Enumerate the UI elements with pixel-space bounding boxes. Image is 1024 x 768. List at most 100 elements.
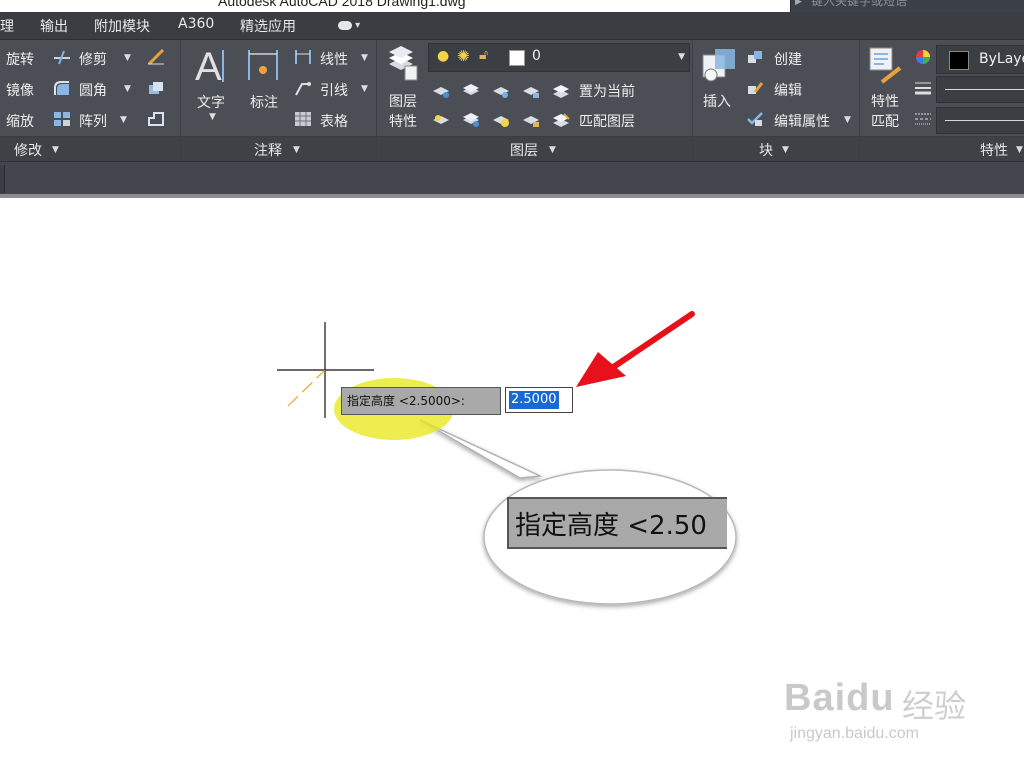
- layer-color-swatch[interactable]: [509, 50, 525, 66]
- search-hint: 键入关键字或短语: [811, 0, 908, 8]
- baidu-watermark: Baidu 经验 jingyan.baidu.com: [784, 655, 974, 755]
- layer-properties-label-1[interactable]: 图层: [389, 91, 417, 111]
- lightbulb-icon[interactable]: ●: [437, 48, 449, 64]
- tab-manage[interactable]: 理: [0, 16, 14, 36]
- stretch-icon[interactable]: [147, 111, 165, 127]
- match-properties-label-2[interactable]: 匹配: [871, 111, 899, 131]
- watermark-url: jingyan.baidu.com: [790, 725, 919, 742]
- linetype-icon[interactable]: [914, 111, 932, 127]
- panel-properties-label: 特性: [980, 143, 1008, 159]
- watermark-jingyan: 经验: [902, 687, 967, 725]
- panel-block: 插入 创建 编辑 编辑属性 ▼ 块 ▼: [693, 40, 860, 161]
- layer-on-icon[interactable]: [432, 112, 450, 128]
- linear-dimension-icon: [295, 50, 311, 64]
- tab-a360[interactable]: A360: [178, 16, 214, 32]
- dimension-tool[interactable]: [245, 46, 281, 90]
- layer-thaw-icon[interactable]: [492, 112, 510, 128]
- insert-block-label[interactable]: 插入: [703, 91, 731, 111]
- text-label[interactable]: 文字: [197, 92, 225, 112]
- make-current-icon[interactable]: [552, 83, 570, 99]
- leader-dropdown-icon[interactable]: ▼: [361, 84, 368, 94]
- baidu-logo: Baidu: [784, 677, 895, 719]
- erase-icon[interactable]: [147, 49, 165, 65]
- height-input-value[interactable]: 2.5000: [509, 391, 559, 409]
- trim-button[interactable]: 修剪: [79, 49, 107, 69]
- panel-modify-dropdown-icon[interactable]: ▼: [52, 145, 59, 155]
- lineweight-icon[interactable]: [914, 80, 932, 96]
- create-block-button[interactable]: 创建: [774, 49, 802, 69]
- panel-modify: 旋转 镜像 缩放 修剪 ▼ 圆角 ▼ 阵列 ▼ 修改 ▼: [0, 40, 181, 161]
- make-current-button[interactable]: 置为当前: [579, 81, 635, 101]
- panel-block-dropdown-icon[interactable]: ▼: [782, 145, 789, 155]
- layer-lock-icon[interactable]: [522, 83, 540, 99]
- tab-addins[interactable]: 附加模块: [94, 16, 150, 36]
- layer-off-icon[interactable]: [432, 83, 450, 99]
- dimension-label[interactable]: 标注: [250, 92, 278, 112]
- layer-freeze-icon[interactable]: [492, 83, 510, 99]
- mirror-button[interactable]: 镜像: [6, 80, 34, 100]
- fillet-dropdown-icon[interactable]: ▼: [124, 84, 131, 94]
- panel-block-label: 块: [759, 143, 773, 159]
- tab-output[interactable]: 输出: [40, 16, 68, 36]
- panel-modify-title[interactable]: 修改 ▼: [0, 136, 180, 161]
- table-icon: [295, 112, 311, 126]
- rotate-button[interactable]: 旋转: [6, 49, 34, 69]
- unlock-icon[interactable]: 🔓︎: [479, 47, 488, 63]
- search-box[interactable]: ▶ 键入关键字或短语: [790, 0, 1024, 12]
- layer-unisolate-icon[interactable]: [462, 112, 480, 128]
- table-button[interactable]: 表格: [320, 111, 348, 131]
- panel-annotation-dropdown-icon[interactable]: ▼: [293, 145, 300, 155]
- text-dropdown-icon[interactable]: ▼: [209, 112, 216, 122]
- magnified-prompt: 指定高度 <2.50: [507, 497, 727, 549]
- search-dropdown-icon[interactable]: ▶: [795, 0, 802, 7]
- linear-dropdown-icon[interactable]: ▼: [361, 53, 368, 63]
- panel-properties-title[interactable]: 特性 ▼: [860, 136, 1024, 161]
- sun-icon[interactable]: ✺: [457, 47, 470, 65]
- leader-icon: [295, 82, 311, 96]
- match-properties-tool[interactable]: [866, 46, 904, 90]
- panel-modify-label: 修改: [14, 143, 42, 159]
- layer-dropdown-arrow-icon[interactable]: ▼: [678, 52, 685, 62]
- array-button[interactable]: 阵列: [79, 111, 107, 131]
- layer-dropdown[interactable]: ● ✺ 🔓︎ 0 ▼: [428, 43, 690, 72]
- panel-layers-title[interactable]: 图层 ▼: [377, 136, 692, 161]
- insert-block-tool[interactable]: [699, 45, 739, 89]
- match-layer-button[interactable]: 匹配图层: [579, 111, 635, 131]
- linetype-dropdown[interactable]: [936, 107, 1024, 134]
- layer-properties-tool[interactable]: [385, 44, 419, 88]
- file-tab[interactable]: [0, 165, 5, 193]
- fillet-button[interactable]: 圆角: [79, 80, 107, 100]
- panel-properties-dropdown-icon[interactable]: ▼: [1016, 145, 1023, 155]
- array-dropdown-icon[interactable]: ▼: [120, 115, 127, 125]
- trim-dropdown-icon[interactable]: ▼: [124, 53, 131, 63]
- color-wheel-icon[interactable]: [914, 49, 932, 65]
- match-layer-icon[interactable]: [552, 112, 570, 128]
- leader-button[interactable]: 引线: [320, 80, 348, 100]
- height-input[interactable]: 2.5000: [505, 387, 573, 413]
- current-layer-name: 0: [532, 48, 541, 64]
- layer-properties-label-2[interactable]: 特性: [389, 111, 417, 131]
- edit-block-button[interactable]: 编辑: [774, 80, 802, 100]
- text-tool[interactable]: A: [193, 45, 229, 90]
- match-properties-label-1[interactable]: 特性: [871, 91, 899, 111]
- fillet-icon: [54, 81, 69, 95]
- edit-attributes-dropdown-icon[interactable]: ▼: [844, 115, 851, 125]
- color-dropdown[interactable]: ByLayer: [936, 45, 1024, 74]
- tab-featured-apps[interactable]: 精选应用: [240, 16, 296, 36]
- layer-unlock-icon[interactable]: [522, 112, 540, 128]
- panel-layers-dropdown-icon[interactable]: ▼: [549, 145, 556, 155]
- scale-button[interactable]: 缩放: [6, 111, 34, 131]
- match-properties-icon: [869, 47, 902, 84]
- lineweight-dropdown[interactable]: [936, 76, 1024, 103]
- color-swatch: [949, 51, 969, 70]
- panel-annotation-title[interactable]: 注释 ▼: [181, 136, 376, 161]
- linear-button[interactable]: 线性: [320, 49, 348, 69]
- cloud-dropdown-icon[interactable]: ▾: [338, 20, 372, 33]
- edit-attributes-button[interactable]: 编辑属性: [774, 111, 830, 131]
- panel-block-title[interactable]: 块 ▼: [693, 136, 859, 161]
- panel-layers-label: 图层: [510, 143, 538, 159]
- create-block-icon: [748, 51, 762, 63]
- copy-icon[interactable]: [147, 80, 165, 96]
- magnified-prompt-text: 指定高度 <2.50: [515, 511, 707, 541]
- layer-isolate-icon[interactable]: [462, 83, 480, 99]
